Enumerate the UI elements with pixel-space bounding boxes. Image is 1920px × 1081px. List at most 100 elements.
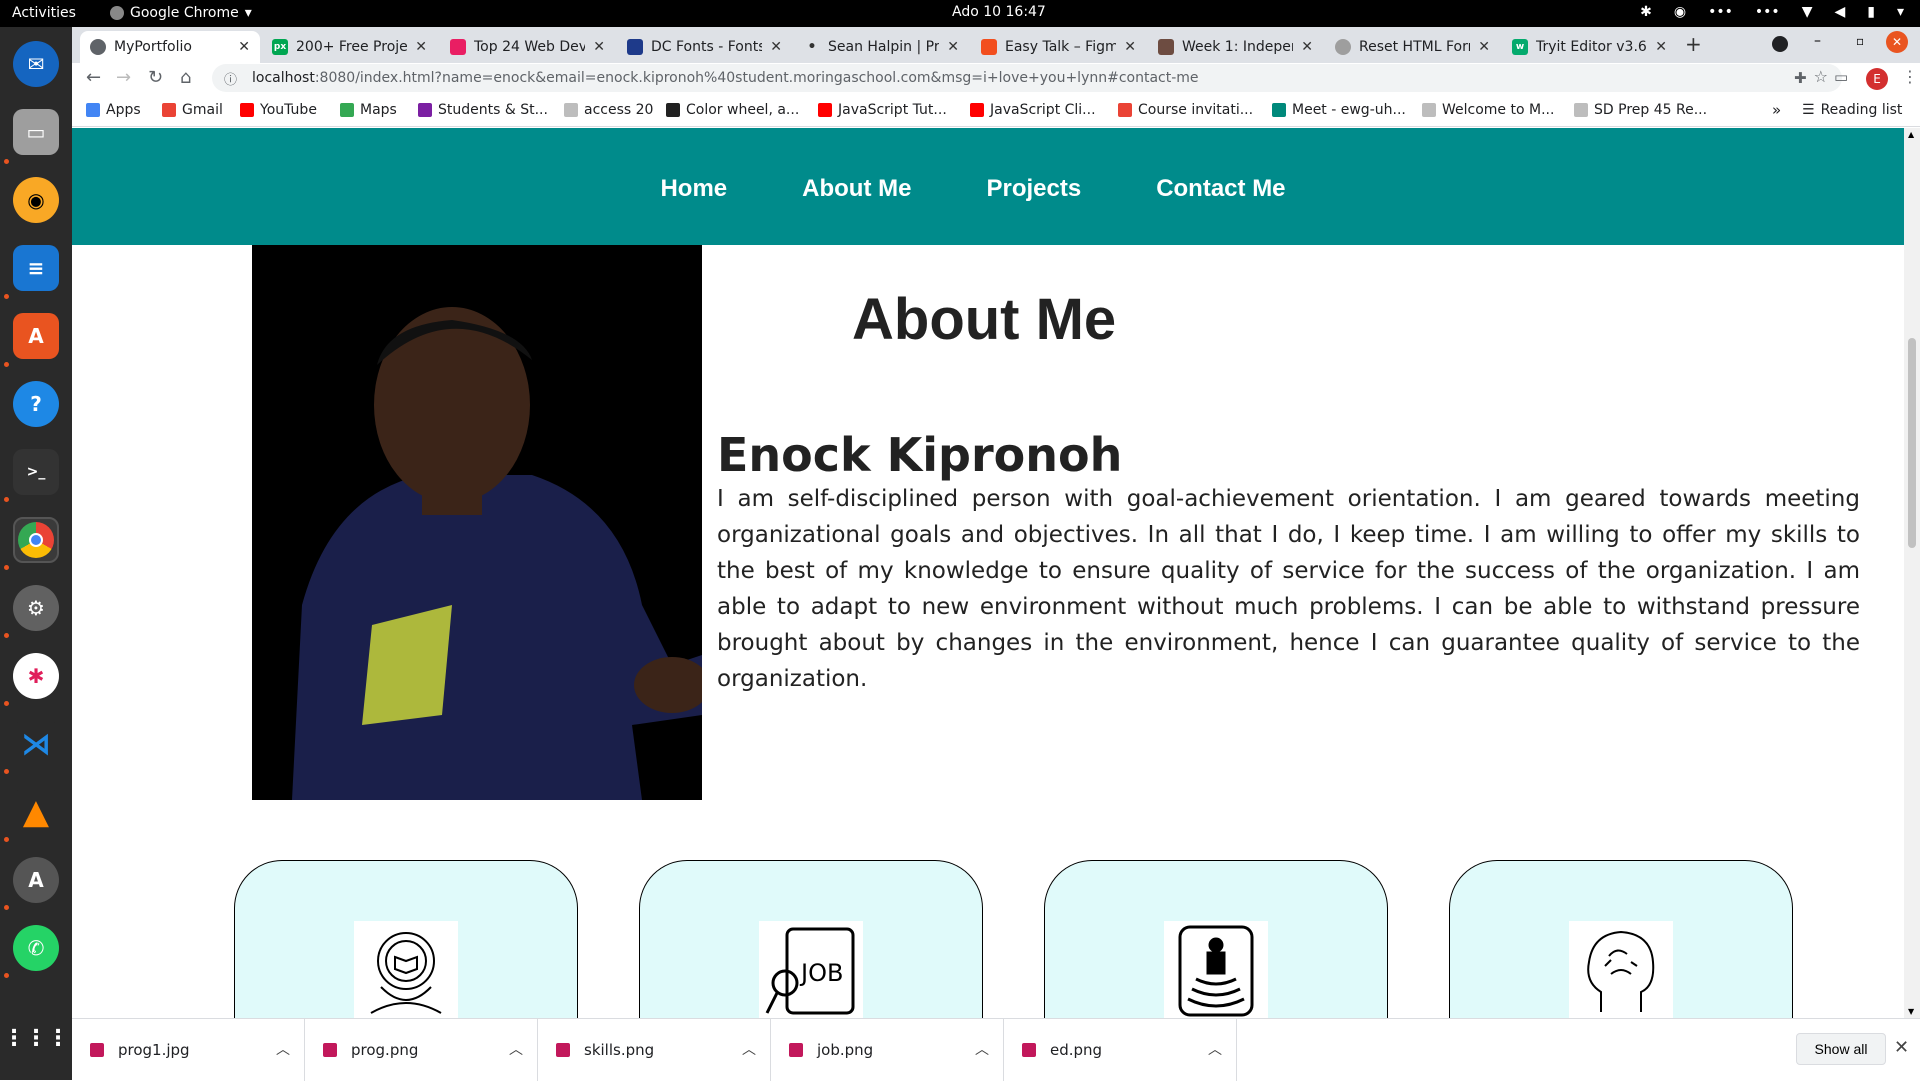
close-tab-icon[interactable]: ✕ (770, 39, 782, 55)
activities-button[interactable]: Activities (12, 5, 76, 21)
chrome-dock-icon[interactable] (13, 517, 59, 563)
chevron-up-icon[interactable]: ︿ (742, 1039, 756, 1059)
show-apps-icon[interactable]: ⋮⋮⋮ (3, 1015, 69, 1061)
restore-icon[interactable]: ▫ (1856, 34, 1864, 48)
profile-avatar[interactable]: E (1866, 68, 1888, 90)
slack-tray-icon[interactable]: ✱ (1640, 4, 1652, 20)
tab-week-1[interactable]: Week 1: Indepen ✕ (1148, 31, 1323, 63)
download-item[interactable]: skills.png ︿ (538, 1019, 771, 1081)
nav-projects[interactable]: Projects (986, 175, 1081, 245)
new-tab-button[interactable]: + (1685, 32, 1702, 56)
software-icon[interactable]: A (13, 313, 59, 359)
bookmark-apps[interactable]: Apps (86, 102, 141, 118)
bookmark-star-icon[interactable]: ☆ (1814, 67, 1828, 86)
close-tab-icon[interactable]: ✕ (238, 39, 250, 55)
tab-dc-fonts[interactable]: DC Fonts - Fonts ✕ (617, 31, 792, 63)
tab-top-24-web-dev[interactable]: Top 24 Web Deve ✕ (440, 31, 615, 63)
thunderbird-icon[interactable]: ✉ (13, 41, 59, 87)
bookmark-color-wheel[interactable]: Color wheel, a... (666, 102, 799, 118)
tab-200-free-projects[interactable]: px 200+ Free Projec ✕ (262, 31, 437, 63)
writer-icon[interactable]: ≡ (13, 245, 59, 291)
tab-tryit-editor[interactable]: w Tryit Editor v3.6 ✕ (1502, 31, 1677, 63)
bookmark-sd-prep[interactable]: SD Prep 45 Re... (1574, 102, 1707, 118)
info-icon[interactable]: ⓘ (224, 69, 237, 88)
close-tab-icon[interactable]: ✕ (1478, 39, 1490, 55)
terminal-icon[interactable]: >_ (13, 449, 59, 495)
page-scrollbar[interactable]: ▲ ▼ (1904, 128, 1920, 1018)
forward-icon[interactable]: → (116, 67, 131, 88)
close-downloads-icon[interactable]: ✕ (1894, 1037, 1909, 1058)
bookmark-course-invitati[interactable]: Course invitati... (1118, 102, 1253, 118)
system-tray[interactable]: ✱ ◉ ••• ••• ▼ ◀ ▮ ▾ (1640, 4, 1904, 20)
download-item[interactable]: ed.png ︿ (1004, 1019, 1237, 1081)
help-icon[interactable]: ? (13, 381, 59, 427)
rhythmbox-icon[interactable]: ◉ (13, 177, 59, 223)
bookmark-maps[interactable]: Maps (340, 102, 397, 118)
more-tray-icon-2[interactable]: ••• (1755, 4, 1780, 20)
bookmark-gmail[interactable]: Gmail (162, 102, 223, 118)
scroll-up-icon[interactable]: ▲ (1908, 130, 1914, 139)
nav-contact[interactable]: Contact Me (1156, 175, 1285, 245)
card-job[interactable]: JOB (639, 860, 983, 1018)
more-bookmarks-icon[interactable]: » (1772, 101, 1781, 119)
cast-icon[interactable]: ▭ (1834, 68, 1848, 86)
volume-icon[interactable]: ◀ (1834, 4, 1845, 20)
chevron-up-icon[interactable]: ︿ (975, 1039, 989, 1059)
home-icon[interactable]: ⌂ (180, 67, 191, 88)
tab-easy-talk-figma[interactable]: Easy Talk – Figma ✕ (971, 31, 1146, 63)
card-skills[interactable] (1044, 860, 1388, 1018)
close-tab-icon[interactable]: ✕ (1124, 39, 1136, 55)
nav-home[interactable]: Home (660, 175, 727, 245)
extensions-icon[interactable]: ✚ (1794, 69, 1807, 87)
tab-search-icon[interactable] (1772, 36, 1788, 52)
bookmark-meet[interactable]: Meet - ewg-uh... (1272, 102, 1406, 118)
tab-myportfolio[interactable]: MyPortfolio ✕ (80, 31, 260, 63)
more-tray-icon[interactable]: ••• (1708, 4, 1733, 20)
bookmark-javascript-tut[interactable]: JavaScript Tut... (818, 102, 947, 118)
close-tab-icon[interactable]: ✕ (1301, 39, 1313, 55)
chrome-menu-icon[interactable]: ⋮ (1902, 67, 1918, 86)
settings-icon[interactable]: ⚙ (13, 585, 59, 631)
close-tab-icon[interactable]: ✕ (415, 39, 427, 55)
close-tab-icon[interactable]: ✕ (1655, 39, 1667, 55)
minimize-icon[interactable]: – (1814, 33, 1821, 49)
card-mind[interactable] (1449, 860, 1793, 1018)
bookmark-access-20[interactable]: access 20 (564, 102, 653, 118)
power-menu-icon[interactable]: ▾ (1897, 4, 1904, 20)
download-item[interactable]: job.png ︿ (771, 1019, 1004, 1081)
chevron-up-icon[interactable]: ︿ (276, 1039, 290, 1059)
reload-icon[interactable]: ↻ (148, 67, 163, 88)
vscode-icon[interactable]: ⋊ (13, 721, 59, 767)
address-bar[interactable]: ⓘ localhost:8080/index.html?name=enock&e… (212, 64, 1842, 92)
back-icon[interactable]: ← (86, 67, 101, 88)
clock[interactable]: Ado 10 16:47 (952, 4, 1046, 20)
show-all-button[interactable]: Show all (1796, 1033, 1886, 1065)
download-item[interactable]: prog.png ︿ (305, 1019, 538, 1081)
close-tab-icon[interactable]: ✕ (947, 39, 959, 55)
chevron-up-icon[interactable]: ︿ (509, 1039, 523, 1059)
card-education[interactable] (234, 860, 578, 1018)
files-icon[interactable]: ▭ (13, 109, 59, 155)
scrollbar-thumb[interactable] (1908, 338, 1916, 548)
bookmark-students[interactable]: Students & St... (418, 102, 548, 118)
software-updater-icon[interactable]: A (13, 857, 59, 903)
bookmark-youtube[interactable]: YouTube (240, 102, 317, 118)
scroll-down-icon[interactable]: ▼ (1908, 1007, 1914, 1016)
reading-list[interactable]: ☰ Reading list (1802, 102, 1902, 118)
bookmark-javascript-cli[interactable]: JavaScript Cli... (970, 102, 1096, 118)
slack-icon[interactable]: ✱ (13, 653, 59, 699)
tab-sean-halpin[interactable]: • Sean Halpin | Pro ✕ (794, 31, 969, 63)
vlc-icon[interactable]: ▲ (13, 789, 59, 835)
chevron-up-icon[interactable]: ︿ (1208, 1039, 1222, 1059)
close-window-icon[interactable]: ✕ (1886, 31, 1908, 53)
nav-about[interactable]: About Me (802, 175, 911, 245)
whatsapp-icon[interactable]: ✆ (13, 925, 59, 971)
wifi-icon[interactable]: ▼ (1802, 4, 1813, 20)
bookmark-welcome[interactable]: Welcome to M... (1422, 102, 1554, 118)
battery-icon[interactable]: ▮ (1867, 4, 1875, 20)
whatsapp-tray-icon[interactable]: ◉ (1674, 4, 1686, 20)
app-menu[interactable]: Google Chrome ▾ (110, 5, 252, 21)
close-tab-icon[interactable]: ✕ (593, 39, 605, 55)
download-item[interactable]: prog1.jpg ︿ (72, 1019, 305, 1081)
tab-reset-html-form[interactable]: Reset HTML Form ✕ (1325, 31, 1500, 63)
